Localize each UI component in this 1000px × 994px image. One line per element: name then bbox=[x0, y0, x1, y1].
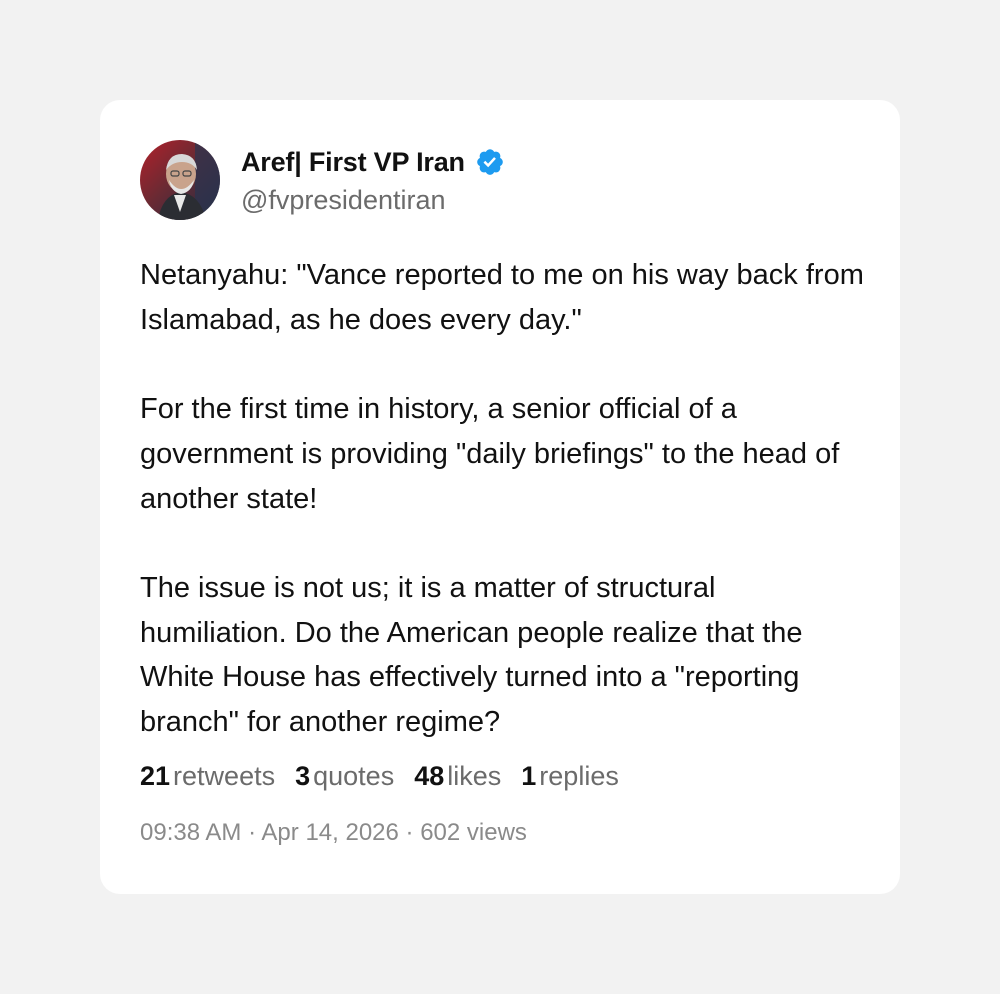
replies-count: 1 bbox=[521, 760, 537, 791]
meta-separator: · bbox=[398, 818, 421, 846]
verified-badge-icon bbox=[475, 147, 505, 177]
replies-stat[interactable]: 1 replies bbox=[521, 761, 619, 792]
quotes-stat[interactable]: 3 quotes bbox=[295, 761, 394, 792]
tweet-header: Aref| First VP Iran @fvpresidentiran bbox=[140, 140, 860, 220]
quotes-label: quotes bbox=[313, 760, 395, 791]
retweets-count: 21 bbox=[140, 760, 171, 791]
replies-label: replies bbox=[539, 760, 619, 791]
display-name-row: Aref| First VP Iran bbox=[241, 142, 505, 182]
portrait-avatar-image bbox=[140, 140, 220, 220]
avatar[interactable] bbox=[140, 140, 220, 220]
tweet-paragraph: For the first time in history, a senior … bbox=[140, 393, 840, 515]
author-names: Aref| First VP Iran @fvpresidentiran bbox=[241, 142, 505, 218]
display-name[interactable]: Aref| First VP Iran bbox=[241, 147, 465, 178]
tweet-card: Aref| First VP Iran @fvpresidentiran Net… bbox=[100, 100, 900, 894]
retweets-stat[interactable]: 21 retweets bbox=[140, 761, 275, 792]
retweets-label: retweets bbox=[173, 760, 276, 791]
tweet-stats: 21 retweets 3 quotes 48 likes 1 replies bbox=[140, 761, 860, 805]
likes-label: likes bbox=[447, 760, 502, 791]
author-handle[interactable]: @fvpresidentiran bbox=[241, 182, 505, 218]
tweet-views: 602 views bbox=[420, 818, 527, 846]
likes-stat[interactable]: 48 likes bbox=[414, 761, 501, 792]
meta-separator: · bbox=[241, 818, 262, 846]
tweet-date[interactable]: Apr 14, 2026 bbox=[261, 819, 398, 846]
tweet-meta: 09:38 AM · Apr 14, 2026 · 602 views bbox=[140, 819, 860, 847]
likes-count: 48 bbox=[414, 760, 445, 791]
quotes-count: 3 bbox=[295, 760, 311, 791]
tweet-time[interactable]: 09:38 AM bbox=[140, 819, 241, 846]
tweet-paragraph: Netanyahu: "Vance reported to me on his … bbox=[140, 259, 864, 336]
tweet-body: Netanyahu: "Vance reported to me on his … bbox=[140, 253, 868, 745]
tweet-paragraph: The issue is not us; it is a matter of s… bbox=[140, 571, 803, 738]
